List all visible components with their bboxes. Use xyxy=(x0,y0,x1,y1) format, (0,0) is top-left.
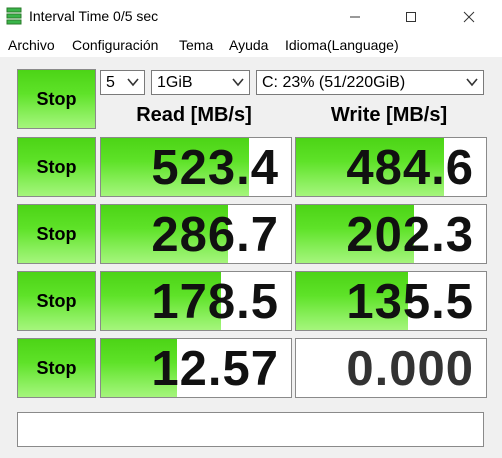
chevron-down-icon xyxy=(232,78,244,87)
read-meter-2: 286.7 xyxy=(100,204,292,264)
maximize-icon xyxy=(406,11,416,22)
size-value: 1GiB xyxy=(157,74,193,91)
row-stop-button-4[interactable]: Stop xyxy=(17,338,96,398)
read-meter-3: 178.5 xyxy=(100,271,292,331)
read-meter-4: 12.57 xyxy=(100,338,292,398)
drive-select[interactable]: C: 23% (51/220GiB) xyxy=(256,70,484,95)
menu-tema[interactable]: Tema xyxy=(179,37,213,53)
menu-ayuda[interactable]: Ayuda xyxy=(229,37,268,53)
drive-value: C: 23% (51/220GiB) xyxy=(262,74,406,91)
size-select[interactable]: 1GiB xyxy=(151,70,250,95)
menu-configuracion[interactable]: Configuración xyxy=(72,37,158,53)
maximize-button[interactable] xyxy=(388,0,434,33)
close-button[interactable] xyxy=(446,0,492,33)
write-value-1: 484.6 xyxy=(346,141,474,195)
read-meter-1: 523.4 xyxy=(100,137,292,197)
read-value-2: 286.7 xyxy=(151,208,279,262)
row-stop-button-3[interactable]: Stop xyxy=(17,271,96,331)
write-value-2: 202.3 xyxy=(346,208,474,262)
minimize-button[interactable] xyxy=(332,0,378,33)
row-stop-button-2[interactable]: Stop xyxy=(17,204,96,264)
menu-archivo[interactable]: Archivo xyxy=(8,37,55,53)
disk-benchmark-icon xyxy=(6,7,22,25)
chevron-down-icon xyxy=(466,78,478,87)
chevron-down-icon xyxy=(127,78,139,87)
row-stop-button-1[interactable]: Stop xyxy=(17,137,96,197)
write-meter-4: 0.000 xyxy=(295,338,487,398)
menu-idioma[interactable]: Idioma(Language) xyxy=(285,37,399,53)
write-meter-2: 202.3 xyxy=(295,204,487,264)
comment-box[interactable] xyxy=(17,412,484,447)
write-meter-1: 484.6 xyxy=(295,137,487,197)
window-title: Interval Time 0/5 sec xyxy=(29,8,159,24)
read-value-1: 523.4 xyxy=(151,141,279,195)
write-value-4: 0.000 xyxy=(346,342,474,396)
write-header: Write [MB/s] xyxy=(330,104,448,126)
all-stop-button[interactable]: Stop xyxy=(17,69,96,129)
write-meter-3: 135.5 xyxy=(295,271,487,331)
read-header: Read [MB/s] xyxy=(136,104,252,126)
minimize-icon xyxy=(350,16,360,17)
read-value-3: 178.5 xyxy=(151,275,279,329)
read-value-4: 12.57 xyxy=(151,342,279,396)
close-icon xyxy=(463,11,475,22)
count-value: 5 xyxy=(106,74,115,91)
menu-bar: Archivo Configuración Tema Ayuda Idioma(… xyxy=(0,33,502,57)
count-select[interactable]: 5 xyxy=(100,70,145,95)
title-bar[interactable]: Interval Time 0/5 sec xyxy=(0,0,502,33)
write-value-3: 135.5 xyxy=(346,275,474,329)
